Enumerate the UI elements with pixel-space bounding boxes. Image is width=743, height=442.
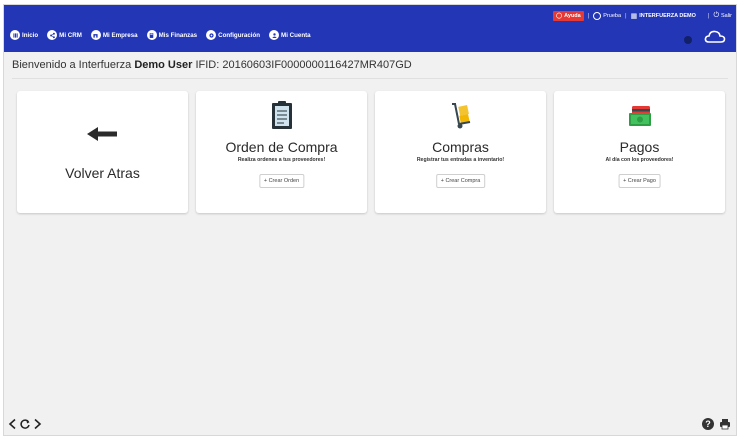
menu-label: Configuración <box>218 31 261 39</box>
welcome-user: Demo User <box>134 59 193 71</box>
logout-label: Salir <box>720 12 732 19</box>
store-icon <box>90 30 101 40</box>
building-icon: ▦ <box>630 12 638 20</box>
refresh-icon[interactable] <box>19 418 31 430</box>
menu-item-configuracion[interactable]: Configuración <box>206 30 260 40</box>
chevron-right-icon[interactable] <box>31 418 43 430</box>
card-title: Orden de Compra <box>225 139 338 155</box>
card-subtitle: Realiza ordenes a tus proveedores! <box>237 157 326 163</box>
question-icon[interactable]: ? <box>702 418 714 430</box>
card-orden-compra: Orden de Compra Realiza ordenes a tus pr… <box>196 91 367 213</box>
print-icon[interactable] <box>719 418 731 430</box>
menu-item-inicio[interactable]: Inicio <box>10 30 38 40</box>
cloud-sync-icon[interactable] <box>704 29 726 45</box>
card-title: Compras <box>432 139 489 155</box>
welcome-message: Bienvenido a Interfuerza Demo User IFID:… <box>12 59 412 71</box>
card-title: Volver Atras <box>65 165 140 181</box>
app-window: ◯ Ayuda | Prueba | ▦ INTERFUERZA DEMO | … <box>3 4 737 436</box>
share-icon <box>47 30 58 40</box>
separator: | <box>625 12 627 19</box>
status-indicator <box>684 36 692 44</box>
arrow-left-icon <box>87 127 117 141</box>
user-link[interactable]: Prueba <box>593 11 622 20</box>
power-icon: ⏻ <box>713 11 719 19</box>
logout-link[interactable]: ⏻ Salir <box>713 12 732 20</box>
user-icon <box>593 11 602 20</box>
separator: | <box>587 12 590 19</box>
create-order-button[interactable]: + Crear Orden <box>258 174 305 188</box>
top-utility-bar: ◯ Ayuda | Prueba | ▦ INTERFUERZA DEMO | … <box>552 9 732 22</box>
card-title: Pagos <box>619 139 660 155</box>
divider <box>12 78 728 79</box>
money-card-icon <box>628 106 651 126</box>
welcome-prefix: Bienvenido a Interfuerza <box>12 59 132 71</box>
menu-item-crm[interactable]: Mi CRM <box>47 30 82 40</box>
menu-label: Mi Empresa <box>102 31 138 39</box>
menu-item-cuenta[interactable]: Mi Cuenta <box>269 30 311 40</box>
separator: | <box>707 12 710 19</box>
menu-label: Inicio <box>22 31 39 39</box>
card-pagos: Pagos Al día con los proveedores! + Crea… <box>554 91 725 213</box>
create-payment-button[interactable]: + Crear Pago <box>618 174 661 188</box>
main-menu: Inicio Mi CRM Mi Empresa Mis Finanzas Co… <box>10 30 311 40</box>
card-subtitle: Al día con los proveedores! <box>605 157 674 163</box>
welcome-ifid: IFID: 20160603IF0000000116427MR407GD <box>195 59 412 71</box>
user-icon <box>269 30 280 40</box>
lifebuoy-icon: ◯ <box>555 12 563 19</box>
help-label: Ayuda <box>564 12 581 19</box>
card-compras: Compras Registrar tus entradas a inventa… <box>375 91 546 213</box>
grid-icon <box>10 30 20 40</box>
chevron-left-icon[interactable] <box>7 418 19 430</box>
menu-label: Mis Finanzas <box>158 31 198 39</box>
company-label: INTERFUERZA DEMO <box>639 12 696 19</box>
menu-item-finanzas[interactable]: Mis Finanzas <box>146 30 198 40</box>
clipboard-icon <box>271 101 292 129</box>
user-label: Prueba <box>603 12 622 19</box>
hand-truck-icon <box>451 103 470 129</box>
company-link[interactable]: ▦ INTERFUERZA DEMO <box>631 12 696 20</box>
card-subtitle: Registrar tus entradas a inventario! <box>416 157 505 163</box>
gear-icon <box>206 30 217 40</box>
bottom-toolbar: ? <box>4 413 736 435</box>
calculator-icon <box>146 30 157 40</box>
card-back[interactable]: Volver Atras <box>17 91 188 213</box>
menu-label: Mi Cuenta <box>281 31 311 39</box>
menu-item-empresa[interactable]: Mi Empresa <box>90 30 138 40</box>
help-button[interactable]: ◯ Ayuda <box>552 10 584 21</box>
create-purchase-button[interactable]: + Crear Compra <box>435 174 486 188</box>
top-header: ◯ Ayuda | Prueba | ▦ INTERFUERZA DEMO | … <box>4 5 736 52</box>
menu-label: Mi CRM <box>59 31 82 39</box>
